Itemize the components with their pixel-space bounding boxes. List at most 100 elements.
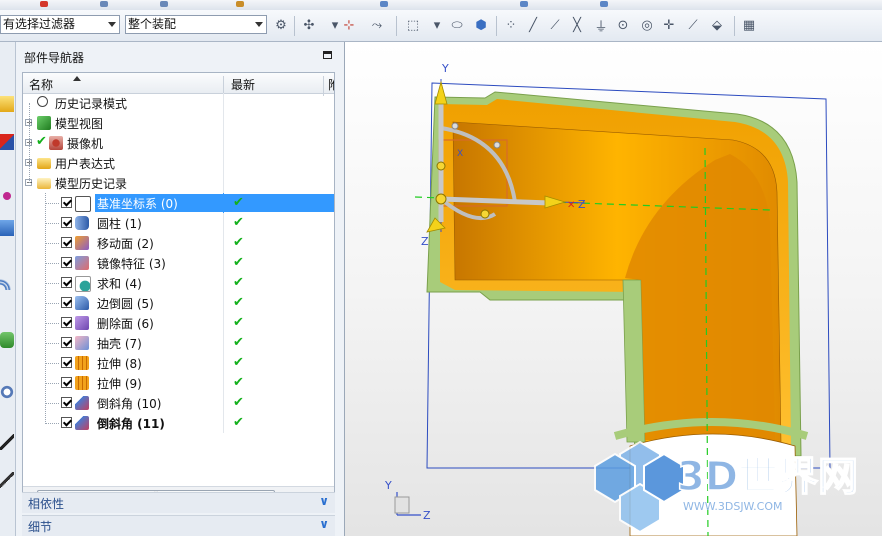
point-handle[interactable] [493, 141, 501, 149]
details-panel[interactable]: 细节 ∨ [22, 515, 335, 536]
triad-y-label: Y [384, 479, 392, 492]
feature-checkbox[interactable] [61, 237, 72, 248]
end-point-icon[interactable]: ╱ [524, 16, 542, 34]
existing-point-icon[interactable]: ✛ [660, 16, 678, 34]
toolbar-icon[interactable] [40, 1, 48, 7]
feature-label: 倒斜角 (11) [97, 417, 165, 431]
tree-node-model-history[interactable]: − 模型历史记录 [23, 173, 334, 193]
feature-checkbox[interactable] [61, 297, 72, 308]
feature-row-chamfer-10[interactable]: 倒斜角 (10) ✔ [23, 393, 334, 413]
graphics-window[interactable]: Y X ✕ Z Z Y Z 3D世界网 WWW.3DSJW.COM [345, 42, 882, 536]
snap-grid-icon[interactable]: ⁘ [502, 16, 520, 34]
feature-row-unite[interactable]: 求和 (4) ✔ [23, 273, 334, 293]
up-to-date-check-icon: ✔ [233, 275, 244, 290]
dependencies-panel[interactable]: 相依性 ∨ [22, 492, 335, 513]
rectangle-select-icon[interactable]: ⬚ [404, 16, 422, 34]
sphere-center-icon[interactable]: ◎ [638, 16, 656, 34]
feature-row-mirror-feature[interactable]: 镜像特征 (3) ✔ [23, 253, 334, 273]
camera-icon [49, 136, 63, 150]
y-arrow-icon[interactable] [434, 80, 448, 105]
chevron-down-icon[interactable]: ∨ [319, 517, 329, 531]
up-to-date-check-icon: ✔ [233, 235, 244, 250]
feature-row-chamfer-11[interactable]: 倒斜角 (11) ✔ [23, 413, 334, 433]
toolbar-separator [734, 16, 735, 36]
part-navigator-icon[interactable] [0, 188, 14, 204]
general-selection-icon[interactable]: ⚙ [272, 16, 290, 34]
delete-face-icon [75, 316, 89, 330]
z-axis-label-lower: Z [421, 235, 429, 248]
column-third-header[interactable]: 附 [328, 76, 334, 93]
feature-row-extrude-9[interactable]: 拉伸 (9) ✔ [23, 373, 334, 393]
feature-row-datum-csys[interactable]: 基准坐标系 (0) ✔ [23, 193, 334, 213]
feature-row-cylinder[interactable]: 圆柱 (1) ✔ [23, 213, 334, 233]
point-handle[interactable] [480, 209, 490, 219]
select-intent-icon[interactable]: ⊹ [340, 16, 358, 34]
extrude-icon [75, 376, 89, 390]
assembly-navigator-icon[interactable] [0, 96, 14, 112]
snap-point-icon[interactable]: ✣ [300, 16, 318, 34]
feature-checkbox[interactable] [61, 417, 72, 428]
up-to-date-check-icon: ✔ [233, 195, 244, 210]
tree-node-history-mode[interactable]: 历史记录模式 [23, 93, 334, 113]
type-filter-dropdown[interactable]: 有选择过滤器 [0, 15, 120, 34]
process-studio-icon[interactable] [0, 434, 14, 450]
point-on-curve-icon[interactable]: ⟋ [684, 16, 702, 34]
control-point-icon[interactable]: ╳ [568, 16, 586, 34]
tree-node-model-views[interactable]: + 模型视图 [23, 113, 334, 133]
column-latest-header[interactable]: 最新 [231, 76, 255, 93]
column-name-header[interactable]: 名称 [29, 76, 53, 93]
dropdown-arrow-icon[interactable]: ▾ [428, 16, 446, 34]
mid-point-icon[interactable]: ⟋ [546, 16, 564, 34]
curve-rule-icon[interactable]: ⤳ [368, 16, 386, 34]
point-handle[interactable] [451, 122, 459, 130]
history-icon[interactable] [0, 332, 14, 348]
point-handle[interactable] [436, 161, 446, 171]
edge-display-icon[interactable]: ⬭ [448, 16, 466, 34]
feature-checkbox[interactable] [61, 197, 72, 208]
z-axis-label: Z [578, 198, 586, 211]
feature-checkbox[interactable] [61, 217, 72, 228]
selection-scope-dropdown[interactable]: 整个装配 [125, 15, 267, 34]
toolbar-icon[interactable] [600, 1, 608, 7]
feature-checkbox[interactable] [61, 317, 72, 328]
feature-checkbox[interactable] [61, 257, 72, 268]
toolbar-icon[interactable] [100, 1, 108, 7]
up-to-date-check-icon: ✔ [233, 355, 244, 370]
tree-node-cameras[interactable]: + ✔ 摄像机 [23, 133, 334, 153]
feature-row-edge-blend[interactable]: 边倒圆 (5) ✔ [23, 293, 334, 313]
intersection-point-icon[interactable]: ⏚ [592, 16, 610, 35]
feature-checkbox[interactable] [61, 397, 72, 408]
origin-handle[interactable] [435, 193, 447, 205]
toolbar-icon[interactable] [520, 1, 528, 7]
toolbar-icon[interactable] [380, 1, 388, 7]
grid-icon[interactable]: ▦ [740, 16, 758, 34]
feature-checkbox[interactable] [61, 277, 72, 288]
web-browser-icon[interactable] [0, 274, 14, 290]
tree-node-label: 历史记录模式 [55, 97, 128, 111]
feature-label: 求和 (4) [97, 277, 142, 291]
feature-checkbox[interactable] [61, 357, 72, 368]
sort-ascending-icon[interactable] [73, 76, 81, 81]
tree-node-user-expressions[interactable]: + 用户表达式 [23, 153, 334, 173]
feature-row-shell[interactable]: 抽壳 (7) ✔ [23, 333, 334, 353]
feature-row-extrude-8[interactable]: 拉伸 (8) ✔ [23, 353, 334, 373]
toolbar-icon[interactable] [160, 1, 168, 7]
feature-checkbox[interactable] [61, 377, 72, 388]
dependencies-panel-label: 相依性 [28, 497, 65, 511]
chevron-down-icon[interactable]: ∨ [319, 494, 329, 508]
feature-row-delete-face[interactable]: 删除面 (6) ✔ [23, 313, 334, 333]
maximize-icon[interactable] [323, 51, 332, 59]
up-to-date-check-icon: ✔ [233, 255, 244, 270]
shaded-view-icon[interactable]: ⬢ [472, 16, 490, 34]
triad-z-label: Z [423, 509, 431, 522]
toolbar-icon[interactable] [236, 1, 244, 7]
arc-center-icon[interactable]: ⊙ [614, 16, 632, 34]
chamfer-icon [75, 416, 89, 430]
reuse-library-icon[interactable] [0, 220, 14, 236]
point-on-face-icon[interactable]: ⬙ [708, 16, 726, 34]
feature-row-move-face[interactable]: 移动面 (2) ✔ [23, 233, 334, 253]
feature-checkbox[interactable] [61, 337, 72, 348]
roles-icon[interactable] [0, 472, 14, 488]
constraint-navigator-icon[interactable] [0, 134, 14, 150]
system-materials-icon[interactable] [0, 384, 14, 400]
